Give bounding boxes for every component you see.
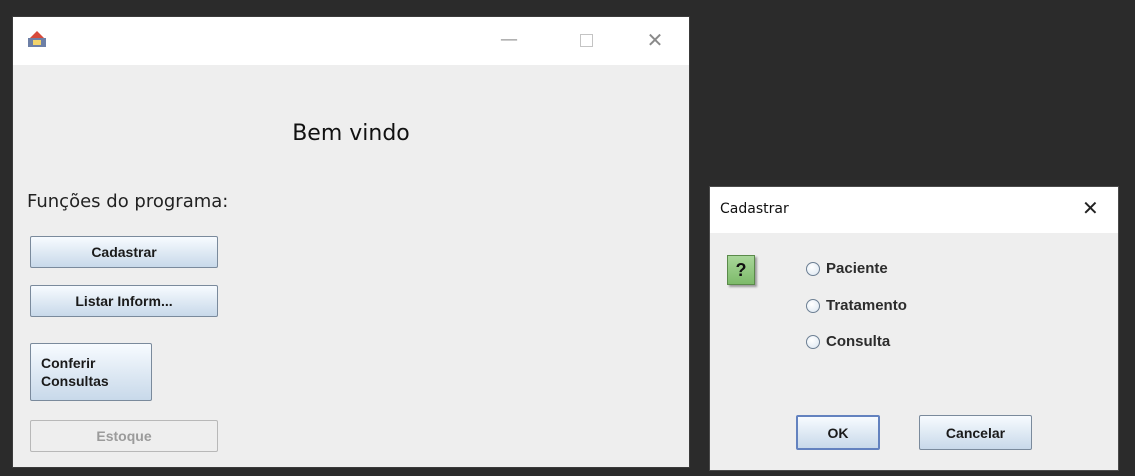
dialog-close-button[interactable]: ✕ xyxy=(1082,196,1099,220)
welcome-heading: Bem vindo xyxy=(292,121,410,146)
ok-button[interactable]: OK xyxy=(796,415,880,450)
functions-label: Funções do programa: xyxy=(27,191,229,212)
radio-paciente[interactable]: Paciente xyxy=(806,260,888,277)
conferir-consultas-button[interactable]: Conferir Consultas xyxy=(30,343,152,401)
radio-circle-icon[interactable] xyxy=(806,298,820,313)
main-window: — ✕ Bem vindo Funções do programa: Cadas… xyxy=(12,16,690,468)
radio-label: Paciente xyxy=(826,260,888,277)
question-icon: ? xyxy=(727,255,755,285)
dialog-title: Cadastrar xyxy=(720,201,789,217)
radio-label: Consulta xyxy=(826,333,891,350)
conferir-line-1: Conferir xyxy=(41,355,96,371)
minimize-button[interactable]: — xyxy=(493,25,525,55)
java-app-icon xyxy=(28,31,46,47)
dialog-title-bar[interactable]: Cadastrar ✕ xyxy=(710,187,1118,233)
maximize-button[interactable] xyxy=(570,25,602,55)
radio-tratamento[interactable]: Tratamento xyxy=(806,297,907,314)
cancel-button[interactable]: Cancelar xyxy=(919,415,1032,450)
radio-circle-icon[interactable] xyxy=(806,334,820,349)
radio-consulta[interactable]: Consulta xyxy=(806,333,890,350)
radio-circle-icon[interactable] xyxy=(806,261,820,276)
close-button[interactable]: ✕ xyxy=(639,25,671,55)
radio-label: Tratamento xyxy=(826,297,907,314)
conferir-line-2: Consultas xyxy=(41,373,109,389)
cadastrar-dialog: Cadastrar ✕ ? Paciente Tratamento Consul… xyxy=(709,186,1119,471)
cadastrar-button[interactable]: Cadastrar xyxy=(30,236,218,268)
listar-informacoes-button[interactable]: Listar Inform... xyxy=(30,285,218,317)
main-title-bar[interactable]: — ✕ xyxy=(13,17,689,65)
maximize-icon xyxy=(579,34,593,47)
estoque-button-disabled: Estoque xyxy=(30,420,218,452)
